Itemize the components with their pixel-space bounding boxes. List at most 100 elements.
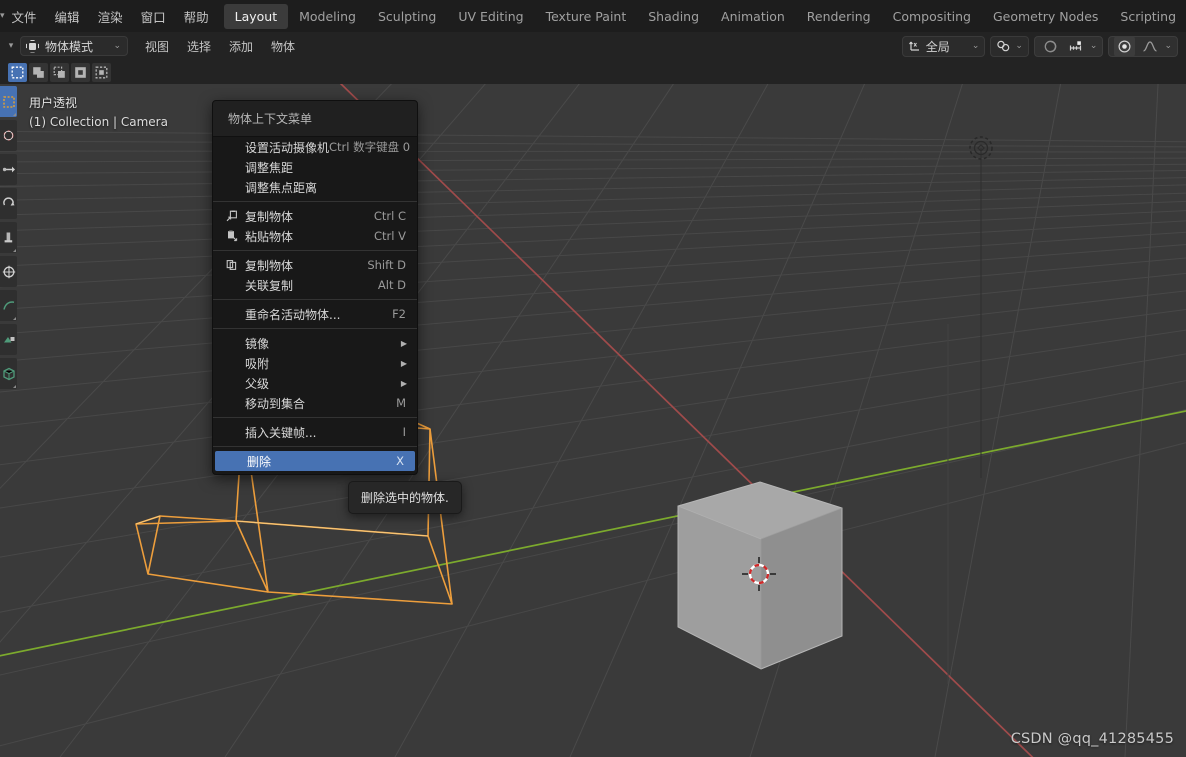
menu-item-adjust-focus-distance[interactable]: 调整焦点距离 <box>213 177 417 197</box>
menu-item-adjust-focal-length[interactable]: 调整焦距 <box>213 157 417 177</box>
select-mode-subtract-button[interactable] <box>50 62 69 82</box>
tab-texture-paint[interactable]: Texture Paint <box>535 4 638 29</box>
menu-item-rename-active-object[interactable]: 重命名活动物体... F2 <box>213 304 417 324</box>
menu-item-paste-objects[interactable]: 粘贴物体 Ctrl V <box>213 226 417 246</box>
proportional-editing-group: ⌄ <box>1108 35 1178 57</box>
delete-tooltip: 删除选中的物体. <box>348 481 462 514</box>
snap-group: ⌄ <box>1033 35 1104 57</box>
menu-item-label: 调整焦点距离 <box>245 180 318 195</box>
tab-shading[interactable]: Shading <box>637 4 710 29</box>
menu-item-shortcut: X <box>396 454 404 468</box>
tab-geometry-nodes[interactable]: Geometry Nodes <box>982 4 1109 29</box>
3d-viewport[interactable]: 用户透视 (1) Collection | Camera CSDN @qq_41… <box>0 84 1186 757</box>
falloff-chevron-down-icon[interactable]: ⌄ <box>1164 41 1172 51</box>
menu-edit[interactable]: 编辑 <box>46 3 89 30</box>
menu-help[interactable]: 帮助 <box>175 3 218 30</box>
menu-add[interactable]: 添加 <box>220 35 262 58</box>
tab-animation[interactable]: Animation <box>710 4 796 29</box>
menu-item-label: 复制物体 <box>245 258 294 273</box>
tab-modeling[interactable]: Modeling <box>288 4 367 29</box>
menu-item-shortcut: Ctrl C <box>373 209 406 223</box>
menu-item-shortcut: M <box>396 396 406 410</box>
menu-item-label: 吸附 <box>245 356 270 371</box>
proportional-editing-toggle-icon[interactable] <box>1114 35 1136 57</box>
menu-item-mirror[interactable]: 镜像 ▶ <box>213 333 417 353</box>
tab-layout[interactable]: Layout <box>223 3 289 29</box>
menu-item-move-to-collection[interactable]: 移动到集合 M <box>213 393 417 413</box>
tool-measure[interactable] <box>0 324 17 355</box>
tab-scripting[interactable]: Scripting <box>1109 4 1186 29</box>
transform-orientation-dropdown[interactable]: 全局 ⌄ <box>901 35 986 57</box>
menu-item-label: 复制物体 <box>245 209 294 224</box>
tool-expand-corner-icon[interactable] <box>13 249 16 252</box>
menu-select[interactable]: 选择 <box>178 35 220 58</box>
falloff-curve-icon[interactable] <box>1139 36 1160 57</box>
menu-item-duplicate-objects[interactable]: 复制物体 Shift D <box>213 255 417 275</box>
menu-item-insert-keyframe[interactable]: 插入关键帧... I <box>213 422 417 442</box>
menu-item-snap[interactable]: 吸附 ▶ <box>213 353 417 373</box>
submenu-arrow-icon: ▶ <box>400 338 407 348</box>
menu-separator <box>213 328 417 329</box>
tool-expand-corner-icon[interactable] <box>13 113 16 116</box>
pivot-point-icon <box>996 39 1011 53</box>
pivot-point-dropdown[interactable]: ⌄ <box>990 35 1029 57</box>
select-mode-extend-button[interactable] <box>29 62 48 82</box>
snap-magnet-icon[interactable] <box>1065 36 1086 57</box>
tool-move[interactable] <box>0 154 17 185</box>
interaction-mode-dropdown[interactable]: 物体模式 ⌄ <box>20 36 128 56</box>
tool-cursor[interactable] <box>0 120 17 151</box>
tool-scale[interactable] <box>0 222 17 253</box>
menu-item-shortcut: F2 <box>392 307 406 321</box>
snap-chevron-down-icon[interactable]: ⌄ <box>1090 41 1098 51</box>
proportional-edit-icon[interactable] <box>1040 36 1061 57</box>
chevron-down-icon: ⌄ <box>113 41 121 51</box>
select-mode-row <box>0 60 1186 84</box>
select-mode-intersect-button[interactable] <box>92 62 111 82</box>
orientation-chevron-down-icon: ⌄ <box>971 41 980 51</box>
select-mode-invert-button[interactable] <box>71 62 90 82</box>
menu-item-label: 删除 <box>247 454 272 469</box>
tab-sculpting[interactable]: Sculpting <box>367 4 447 29</box>
context-menu-group: 重命名活动物体... F2 <box>213 304 417 324</box>
top-menu-bar: ▾ 文件 编辑 渲染 窗口 帮助 Layout Modeling Sculpti… <box>0 0 1186 32</box>
menu-item-copy-objects[interactable]: 复制物体 Ctrl C <box>213 206 417 226</box>
tool-transform[interactable] <box>0 256 17 287</box>
tool-expand-corner-icon[interactable] <box>13 385 16 388</box>
tab-rendering[interactable]: Rendering <box>796 4 882 29</box>
viewport-menu-list: 视图 选择 添加 物体 <box>136 35 304 58</box>
tool-add-cube[interactable] <box>0 358 17 389</box>
menu-window[interactable]: 窗口 <box>132 3 175 30</box>
tab-uv-editing[interactable]: UV Editing <box>447 4 534 29</box>
menu-item-label: 调整焦距 <box>245 160 294 175</box>
editor-type-chevron-icon[interactable]: ▾ <box>4 41 18 51</box>
menu-item-label: 镜像 <box>245 336 270 351</box>
menu-separator <box>213 446 417 447</box>
menu-item-delete[interactable]: 删除 X <box>215 451 415 471</box>
menu-item-label: 移动到集合 <box>245 396 306 411</box>
menu-item-label: 设置活动摄像机 <box>245 140 330 155</box>
menu-file[interactable]: 文件 <box>3 3 46 30</box>
menu-render[interactable]: 渲染 <box>89 3 132 30</box>
tool-select-box[interactable] <box>0 86 17 117</box>
menu-item-label: 关联复制 <box>245 278 294 293</box>
context-menu-group: 复制物体 Ctrl C 粘贴物体 Ctrl V <box>213 206 417 246</box>
tool-annotate[interactable] <box>0 290 17 321</box>
select-mode-set-button[interactable] <box>8 62 27 82</box>
menu-item-set-active-camera[interactable]: 设置活动摄像机 Ctrl 数字键盘 0 <box>213 137 417 157</box>
menu-item-shortcut: Ctrl 数字键盘 0 <box>329 140 411 154</box>
menu-separator <box>213 299 417 300</box>
menu-item-parent[interactable]: 父级 ▶ <box>213 373 417 393</box>
transform-orientation-label: 全局 <box>925 39 950 54</box>
menu-object[interactable]: 物体 <box>262 35 304 58</box>
menu-item-shortcut: Ctrl V <box>374 229 406 243</box>
tool-expand-corner-icon[interactable] <box>13 317 16 320</box>
submenu-arrow-icon: ▶ <box>400 358 407 368</box>
viewport-scene <box>0 84 1186 757</box>
submenu-arrow-icon: ▶ <box>400 378 407 388</box>
viewport-header-right-tools: 全局 ⌄ ⌄ ⌄ ⌄ <box>901 35 1182 57</box>
tab-compositing[interactable]: Compositing <box>882 4 982 29</box>
tool-rotate[interactable] <box>0 188 17 219</box>
menu-view[interactable]: 视图 <box>136 35 178 58</box>
menu-item-duplicate-linked[interactable]: 关联复制 Alt D <box>213 275 417 295</box>
workspace-tab-list: Layout Modeling Sculpting UV Editing Tex… <box>223 3 1186 29</box>
